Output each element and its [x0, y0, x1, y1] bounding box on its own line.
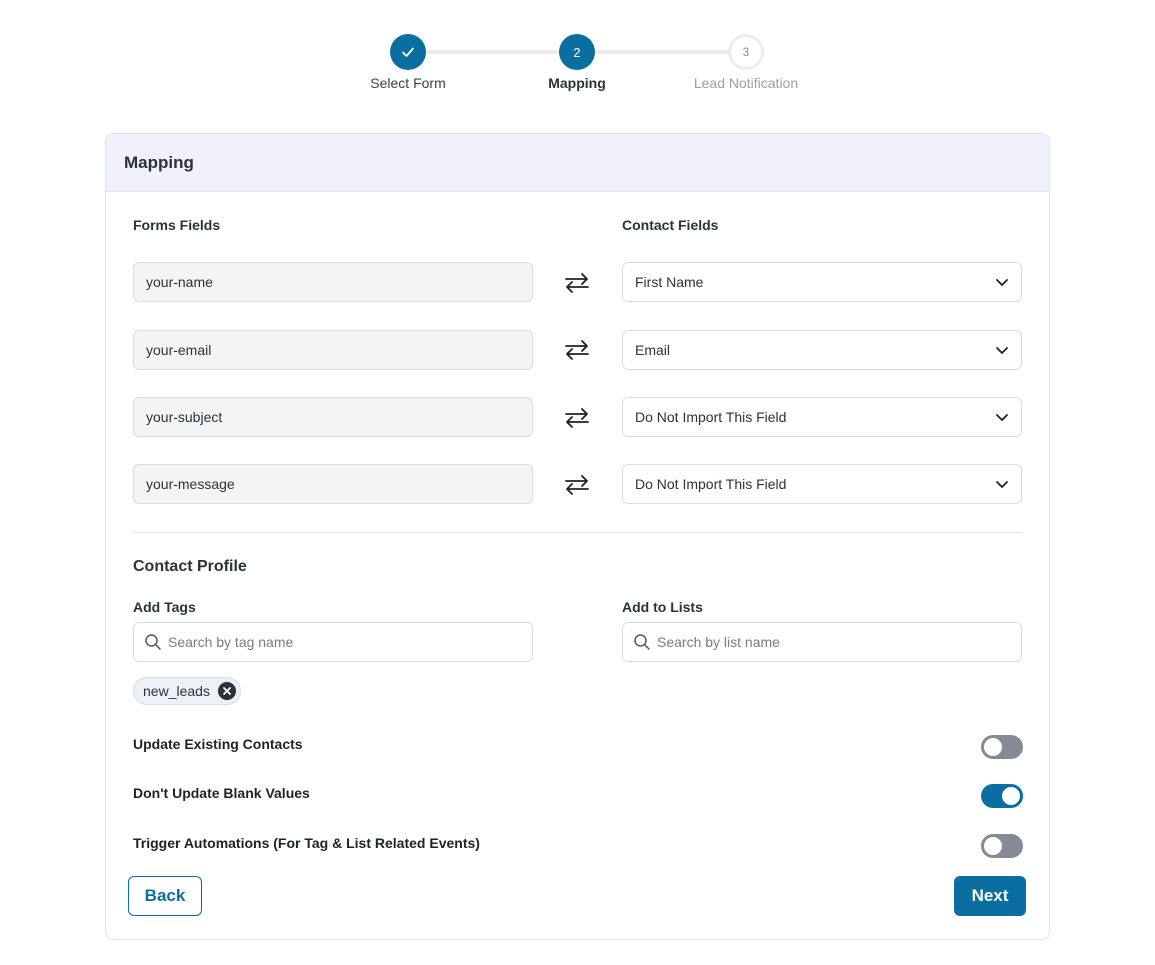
- tag-search-input[interactable]: Search by tag name: [133, 622, 533, 662]
- toggle-knob: [984, 837, 1002, 855]
- contact-field-value: Do Not Import This Field: [635, 476, 787, 492]
- toggle-knob: [1002, 787, 1020, 805]
- contact-fields-label: Contact Fields: [622, 217, 719, 233]
- update-existing-contacts-toggle[interactable]: [981, 735, 1023, 759]
- progress-stepper: Select Form 2 Mapping 3 Lead Notificatio…: [0, 34, 1155, 104]
- step-label: Mapping: [548, 75, 606, 91]
- forms-fields-label: Forms Fields: [133, 217, 221, 233]
- swap-arrows-icon: [565, 340, 589, 360]
- list-search-placeholder: Search by list name: [657, 634, 780, 650]
- step-number: 2: [559, 34, 595, 70]
- form-field-input: your-message: [133, 464, 533, 504]
- trigger-automations-label: Trigger Automations (For Tag & List Rela…: [133, 835, 480, 851]
- list-search-input[interactable]: Search by list name: [622, 622, 1022, 662]
- chevron-down-icon: [996, 279, 1008, 286]
- contact-field-select[interactable]: Email: [622, 330, 1022, 370]
- form-field-input: your-subject: [133, 397, 533, 437]
- contact-field-select[interactable]: Do Not Import This Field: [622, 397, 1022, 437]
- swap-arrows-icon: [565, 273, 589, 293]
- mapping-card: Mapping Forms Fields Contact Fields your…: [105, 133, 1050, 940]
- remove-tag-close-icon[interactable]: [217, 682, 236, 700]
- toggle-knob: [984, 738, 1002, 756]
- dont-update-blank-values-toggle[interactable]: [981, 784, 1023, 808]
- form-field-name: your-name: [146, 274, 213, 290]
- form-field-name: your-email: [146, 342, 212, 358]
- section-divider: [133, 532, 1022, 533]
- step-label: Lead Notification: [693, 75, 799, 91]
- chevron-down-icon: [996, 414, 1008, 421]
- step-lead-notification[interactable]: 3 Lead Notification: [666, 34, 826, 91]
- contact-profile-title: Contact Profile: [133, 558, 247, 575]
- contact-field-value: First Name: [635, 274, 704, 290]
- step-number: 3: [728, 34, 764, 70]
- swap-arrows-icon: [565, 475, 589, 495]
- step-complete-check-icon: [390, 34, 426, 70]
- tag-chip: new_leads: [133, 677, 241, 705]
- add-tags-label: Add Tags: [133, 599, 196, 615]
- step-select-form[interactable]: Select Form: [328, 34, 488, 91]
- update-existing-contacts-label: Update Existing Contacts: [133, 736, 303, 752]
- swap-arrows-icon: [565, 408, 589, 428]
- next-button[interactable]: Next: [954, 876, 1026, 916]
- search-icon: [634, 634, 650, 650]
- form-field-name: your-subject: [146, 409, 223, 425]
- step-mapping[interactable]: 2 Mapping: [497, 34, 657, 91]
- contact-field-value: Email: [635, 342, 671, 358]
- card-title: Mapping: [106, 134, 1049, 192]
- back-button[interactable]: Back: [128, 876, 202, 916]
- form-field-name: your-message: [146, 476, 235, 492]
- chevron-down-icon: [996, 481, 1008, 488]
- chevron-down-icon: [996, 347, 1008, 354]
- add-to-lists-label: Add to Lists: [622, 599, 703, 615]
- contact-field-select[interactable]: First Name: [622, 262, 1022, 302]
- step-label: Select Form: [370, 75, 446, 91]
- search-icon: [145, 634, 161, 650]
- dont-update-blank-values-label: Don't Update Blank Values: [133, 785, 310, 801]
- contact-field-value: Do Not Import This Field: [635, 409, 787, 425]
- form-field-input: your-name: [133, 262, 533, 302]
- tag-search-placeholder: Search by tag name: [168, 634, 294, 650]
- tag-chip-label: new_leads: [143, 683, 210, 699]
- contact-field-select[interactable]: Do Not Import This Field: [622, 464, 1022, 504]
- trigger-automations-toggle[interactable]: [981, 834, 1023, 858]
- form-field-input: your-email: [133, 330, 533, 370]
